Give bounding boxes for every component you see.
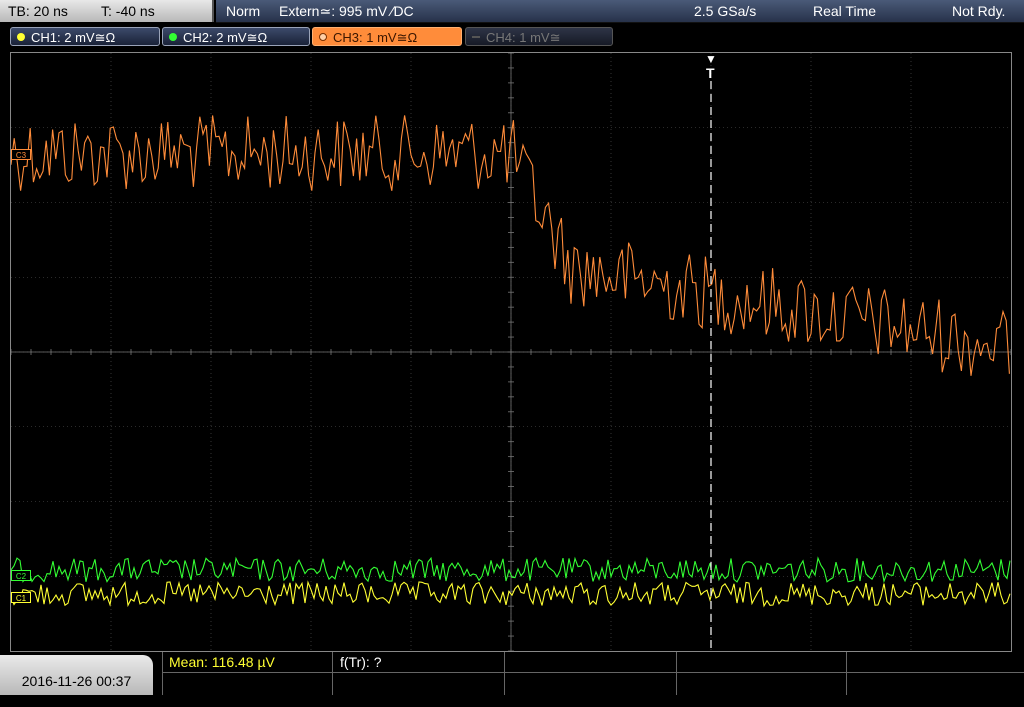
sample-rate: 2.5 GSa/s	[694, 3, 757, 19]
channel-4-button[interactable]: CH4: 1 mV≅	[465, 27, 613, 46]
waveform-display[interactable]: C3 C2 C1 ▼ T	[10, 52, 1012, 652]
channel-4-off-icon	[472, 36, 480, 38]
channel-1-label: CH1: 2 mV≅Ω	[31, 30, 116, 45]
trigger-time-value: T: -40 ns	[101, 3, 155, 19]
channel-3-dot-icon	[319, 33, 327, 41]
timebase-panel[interactable]: TB: 20 ns T: -40 ns	[0, 0, 214, 22]
channel-2-button[interactable]: CH2: 2 mV≅Ω	[162, 27, 310, 46]
ch3-offset-marker[interactable]: C3	[11, 149, 31, 160]
acquisition-status: Not Rdy.	[952, 3, 1006, 19]
channel-1-button[interactable]: CH1: 2 mV≅Ω	[10, 27, 160, 46]
top-status-bar: TB: 20 ns T: -40 ns Norm Extern≃: 995 mV…	[0, 0, 1024, 24]
acquisition-mode: Real Time	[813, 3, 877, 19]
channel-1-dot-icon	[17, 33, 25, 41]
ch1-offset-marker[interactable]: C1	[11, 592, 31, 603]
timebase-value: TB: 20 ns	[8, 3, 68, 19]
channel-3-button[interactable]: CH3: 1 mV≅Ω	[312, 27, 462, 46]
mean-measurement: Mean: 116.48 µV	[169, 654, 275, 670]
channel-2-dot-icon	[169, 33, 177, 41]
trigger-mode: Norm	[226, 3, 261, 19]
measurement-panel[interactable]: Mean: 116.48 µV f(Tr): ?	[162, 652, 1024, 695]
trigger-frequency-measurement: f(Tr): ?	[340, 654, 382, 670]
channel-3-label: CH3: 1 mV≅Ω	[333, 30, 418, 45]
trigger-position-marker[interactable]: ▼ T	[702, 52, 720, 81]
waveform-canvas	[11, 53, 1011, 651]
channel-2-label: CH2: 2 mV≅Ω	[183, 30, 268, 45]
channel-bar: CH1: 2 mV≅Ω CH2: 2 mV≅Ω CH3: 1 mV≅Ω CH4:…	[0, 25, 1024, 49]
channel-4-label: CH4: 1 mV≅	[486, 30, 561, 45]
datetime: 2016-11-26 00:37	[21, 673, 132, 689]
trigger-source: Extern≃: 995 mV ∕DC	[279, 3, 414, 19]
ch2-offset-marker[interactable]: C2	[11, 570, 31, 581]
trigger-acq-panel[interactable]: Norm Extern≃: 995 mV ∕DC 2.5 GSa/s Real …	[216, 0, 1024, 23]
datetime-panel: 2016-11-26 00:37	[0, 655, 153, 695]
